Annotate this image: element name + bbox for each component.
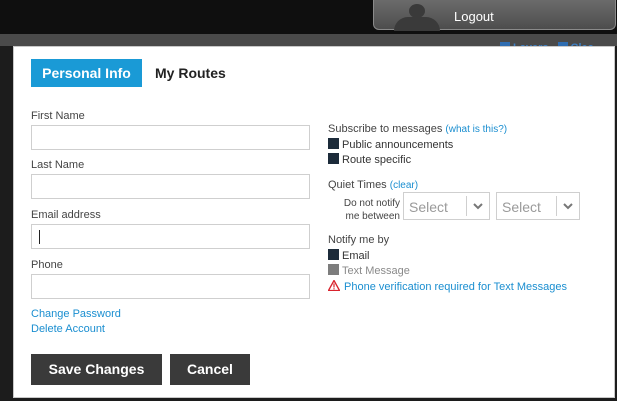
public-announcements-label: Public announcements (342, 139, 454, 151)
first-name-input[interactable] (31, 125, 310, 150)
phone-input[interactable] (31, 274, 310, 299)
last-name-label: Last Name (31, 159, 85, 171)
email-notify-label: Email (342, 250, 370, 262)
chevron-down-icon (473, 203, 483, 210)
quiet-start-value: Select (409, 199, 448, 215)
quiet-end-value: Select (502, 199, 541, 215)
email-input[interactable] (31, 224, 310, 249)
text-message-checkbox (328, 264, 339, 275)
what-is-this-link[interactable]: (what is this?) (445, 124, 507, 135)
save-changes-button[interactable]: Save Changes (31, 354, 162, 385)
text-message-label: Text Message (342, 265, 410, 277)
text-cursor (39, 230, 40, 244)
route-specific-label: Route specific (342, 154, 412, 166)
phone-label: Phone (31, 259, 63, 271)
text-message-option: Text Message (328, 264, 410, 277)
quiet-times-title-text: Quiet Times (328, 179, 387, 191)
do-not-notify-label: Do not notify me between (336, 197, 400, 223)
quiet-times-title: Quiet Times (clear) (328, 179, 418, 191)
delete-account-link[interactable]: Delete Account (31, 323, 105, 335)
phone-verification-text[interactable]: Phone verification required for Text Mes… (344, 281, 567, 293)
quiet-end-select[interactable]: Select (496, 192, 580, 220)
public-announcements-checkbox[interactable] (328, 138, 339, 149)
account-dialog: Personal Info My Routes First Name Last … (13, 46, 615, 398)
do-not-notify-line1: Do not notify (343, 198, 400, 209)
first-name-label: First Name (31, 110, 85, 122)
logout-tab[interactable]: Logout (373, 0, 616, 31)
do-not-notify-line2: me between (345, 211, 400, 222)
quiet-times-clear-link[interactable]: (clear) (390, 180, 418, 191)
public-announcements-option[interactable]: Public announcements (328, 138, 454, 151)
tab-my-routes[interactable]: My Routes (155, 59, 226, 87)
select-divider (466, 196, 467, 216)
phone-verification-warning[interactable]: Phone verification required for Text Mes… (328, 280, 567, 293)
warning-icon (328, 280, 340, 291)
tab-personal-info[interactable]: Personal Info (31, 59, 142, 87)
change-password-link[interactable]: Change Password (31, 308, 121, 320)
email-notify-checkbox[interactable] (328, 249, 339, 260)
notify-me-title: Notify me by (328, 234, 390, 246)
quiet-start-select[interactable]: Select (403, 192, 490, 220)
user-icon (394, 4, 440, 31)
email-label: Email address (31, 209, 101, 221)
cancel-button[interactable]: Cancel (170, 354, 250, 385)
subscribe-title: Subscribe to messages (what is this?) (328, 123, 507, 135)
route-specific-checkbox[interactable] (328, 153, 339, 164)
subscribe-title-text: Subscribe to messages (328, 123, 443, 135)
select-divider (556, 196, 557, 216)
chevron-down-icon (563, 203, 573, 210)
logout-label[interactable]: Logout (454, 9, 494, 24)
email-notify-option[interactable]: Email (328, 249, 370, 262)
last-name-input[interactable] (31, 174, 310, 199)
route-specific-option[interactable]: Route specific (328, 153, 412, 166)
